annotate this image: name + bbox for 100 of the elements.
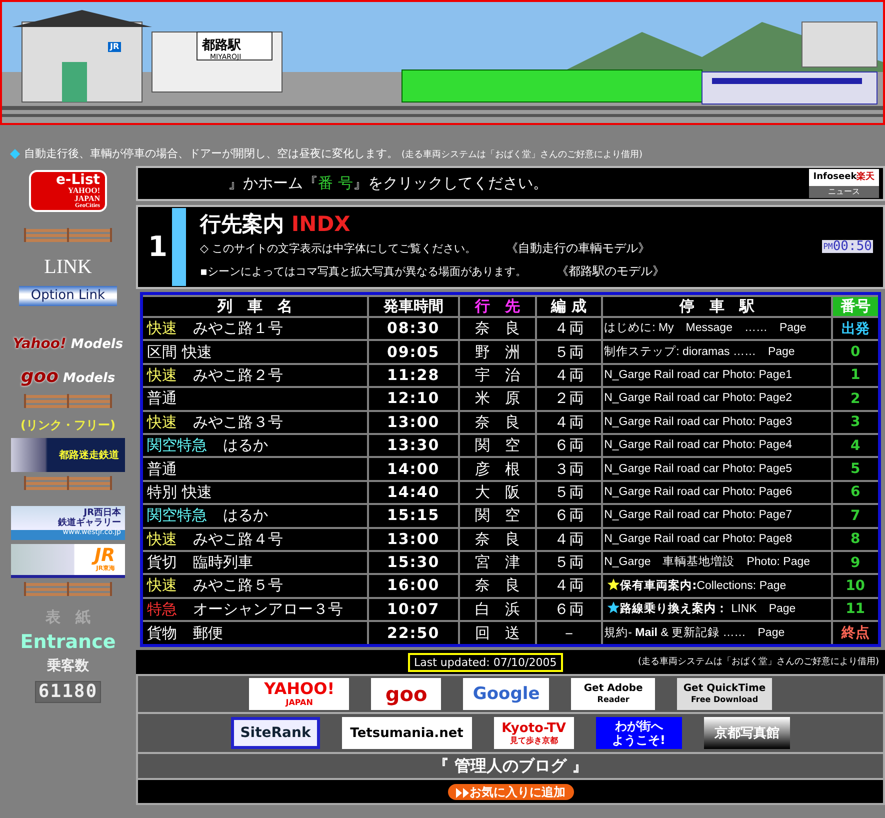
column-header: 発車時間 [368,296,460,317]
models-link[interactable]: Yahoo! Models [12,334,124,355]
blog-link[interactable]: 『 管理人のブログ 』 [432,756,588,776]
number-link[interactable]: 6 [850,484,860,500]
table-cell: ５両 [536,550,602,574]
page-link[interactable]: & 更新記録 …… Page [660,626,785,639]
station-link[interactable]: 《都路駅のモデル》 [556,264,664,278]
table-cell: 奈 良 [459,317,536,340]
models-link[interactable]: goo Models [20,363,116,390]
train-type: 特急 [147,600,177,618]
table-cell: 奈 良 [459,574,536,598]
train-name: オーシャンアロー３号 [193,600,343,618]
table-cell: 12:10 [368,387,460,411]
play-icon [456,788,470,798]
banner-link[interactable]: 都路迷走鉄道 [11,438,125,472]
train-type: 貨物 [147,624,177,642]
credit-text: (走る車両システムは「おばく堂」さんのご好意により借用) [638,656,879,669]
last-updated: Last updated: 07/10/2005 [408,652,563,672]
table-cell: 関 空 [459,504,536,528]
info-text: ◇ このサイトの文字表示は中字体にしてご覧ください。 [200,242,476,255]
table-cell: ４両 [536,574,602,598]
section-number: 1 [148,229,166,265]
train-type: 関空特急 [147,506,207,524]
train-name: 臨時列車 [193,553,253,572]
siterank-logo[interactable]: SiteRank [231,717,320,750]
google-logo[interactable]: Google [463,678,550,710]
visitors-label: 乗客数 [47,656,89,676]
mail-link[interactable]: Mail [635,626,658,639]
number-link[interactable]: 9 [850,554,860,571]
info-text: ▪シーンによってはコマ写真と拡大写真が異なる場面があります。 [200,264,526,278]
table-cell: 13:00 [368,410,460,434]
jr-logo: JR [108,42,122,52]
train-type: 快速 [147,576,177,594]
train-type: 特別 快速 [147,482,212,501]
table-cell: ６両 [536,434,602,458]
table-cell: ４両 [536,317,602,340]
table-cell: 奈 良 [459,410,536,434]
train-type: 普通 [147,389,177,408]
number-link[interactable]: 7 [850,508,860,524]
column-header: 行 先 [459,296,536,317]
link-free-text: (リンク・フリー) [20,417,116,434]
table-cell: 13:30 [368,434,460,458]
number-link[interactable]: 4 [850,438,860,454]
table-cell: 宮 津 [459,550,536,574]
number-link[interactable]: 1 [850,367,860,384]
table-cell: 奈 良 [459,528,536,551]
column-header: 停 車 駅 [602,296,832,317]
wagamachi-logo[interactable]: わが街へ ようこそ! [596,717,682,750]
table-cell: 米 原 [459,387,536,411]
train-type: 快速 [147,412,177,431]
table-cell: ５両 [536,340,602,364]
table-cell: ６両 [536,598,602,622]
train-name: みやこ路５号 [193,576,283,594]
visitor-counter: 61180 [35,680,101,702]
train-name: みやこ路２号 [193,366,283,384]
train-name: 郵便 [193,624,223,642]
number-link[interactable]: 終点 [841,625,870,642]
train-type: 区間 快速 [147,342,212,361]
train-type: 貨切 [147,553,177,572]
news-logo[interactable]: Infoseek楽天 ニュース [809,169,879,198]
number-link[interactable]: 0 [850,344,860,360]
yahoo-logo[interactable]: YAHOO! JAPAN [249,678,350,710]
train-name: はるか [223,506,268,524]
table-cell: 08:30 [368,317,460,340]
section-heading: LINK [44,255,92,280]
option-link-button[interactable]: Option Link [19,286,117,306]
page-title: 行先案内 INDX [200,212,352,237]
table-cell: 13:00 [368,528,460,551]
kyototv-logo[interactable]: Kyoto-TV 見て歩き京都 [494,717,574,750]
column-header: 番号 [832,296,878,317]
table-cell: 白 浜 [459,598,536,622]
table-cell: ３両 [536,457,602,481]
number-link[interactable]: 5 [850,461,860,478]
station-sign: 都路駅 [202,37,241,54]
page-link[interactable]: 規約- [604,626,632,639]
notice-text: 自動走行後、車輌が停車の場合、ドアーが開閉し、空は昼夜に変化します。 [24,147,398,160]
train-name: みやこ路３号 [193,412,283,431]
number-link[interactable]: 3 [850,414,860,430]
credit-text: (走る車両システムは「おばく堂」さんのご好意により借用) [402,150,643,160]
tetsumania-logo[interactable]: Tetsumania.net [342,717,472,750]
table-cell: 16:00 [368,574,460,598]
diamond-icon [10,148,20,159]
number-link[interactable]: 2 [850,390,860,407]
train-type: 快速 [147,366,177,384]
number-link[interactable]: 8 [850,531,860,548]
adobe-logo[interactable]: Get Adobe Reader [571,678,656,710]
table-cell: 関 空 [459,434,536,458]
table-cell: ５両 [536,480,602,504]
table-cell: 15:15 [368,504,460,528]
table-cell: ２両 [536,387,602,411]
goo-logo[interactable]: goo [371,678,442,710]
quicktime-logo[interactable]: Get QuickTime Free Download [677,678,772,710]
table-cell: 10:07 [368,598,460,622]
model-link[interactable]: 《自動走行の車輌モデル》 [506,240,650,255]
table-cell: 宇 治 [459,364,536,388]
train-name: みやこ路４号 [193,530,283,548]
train-type: 快速 [147,530,177,548]
train-name: みやこ路１号 [193,319,283,338]
table-cell: 大 阪 [459,480,536,504]
train-name: はるか [223,436,268,454]
